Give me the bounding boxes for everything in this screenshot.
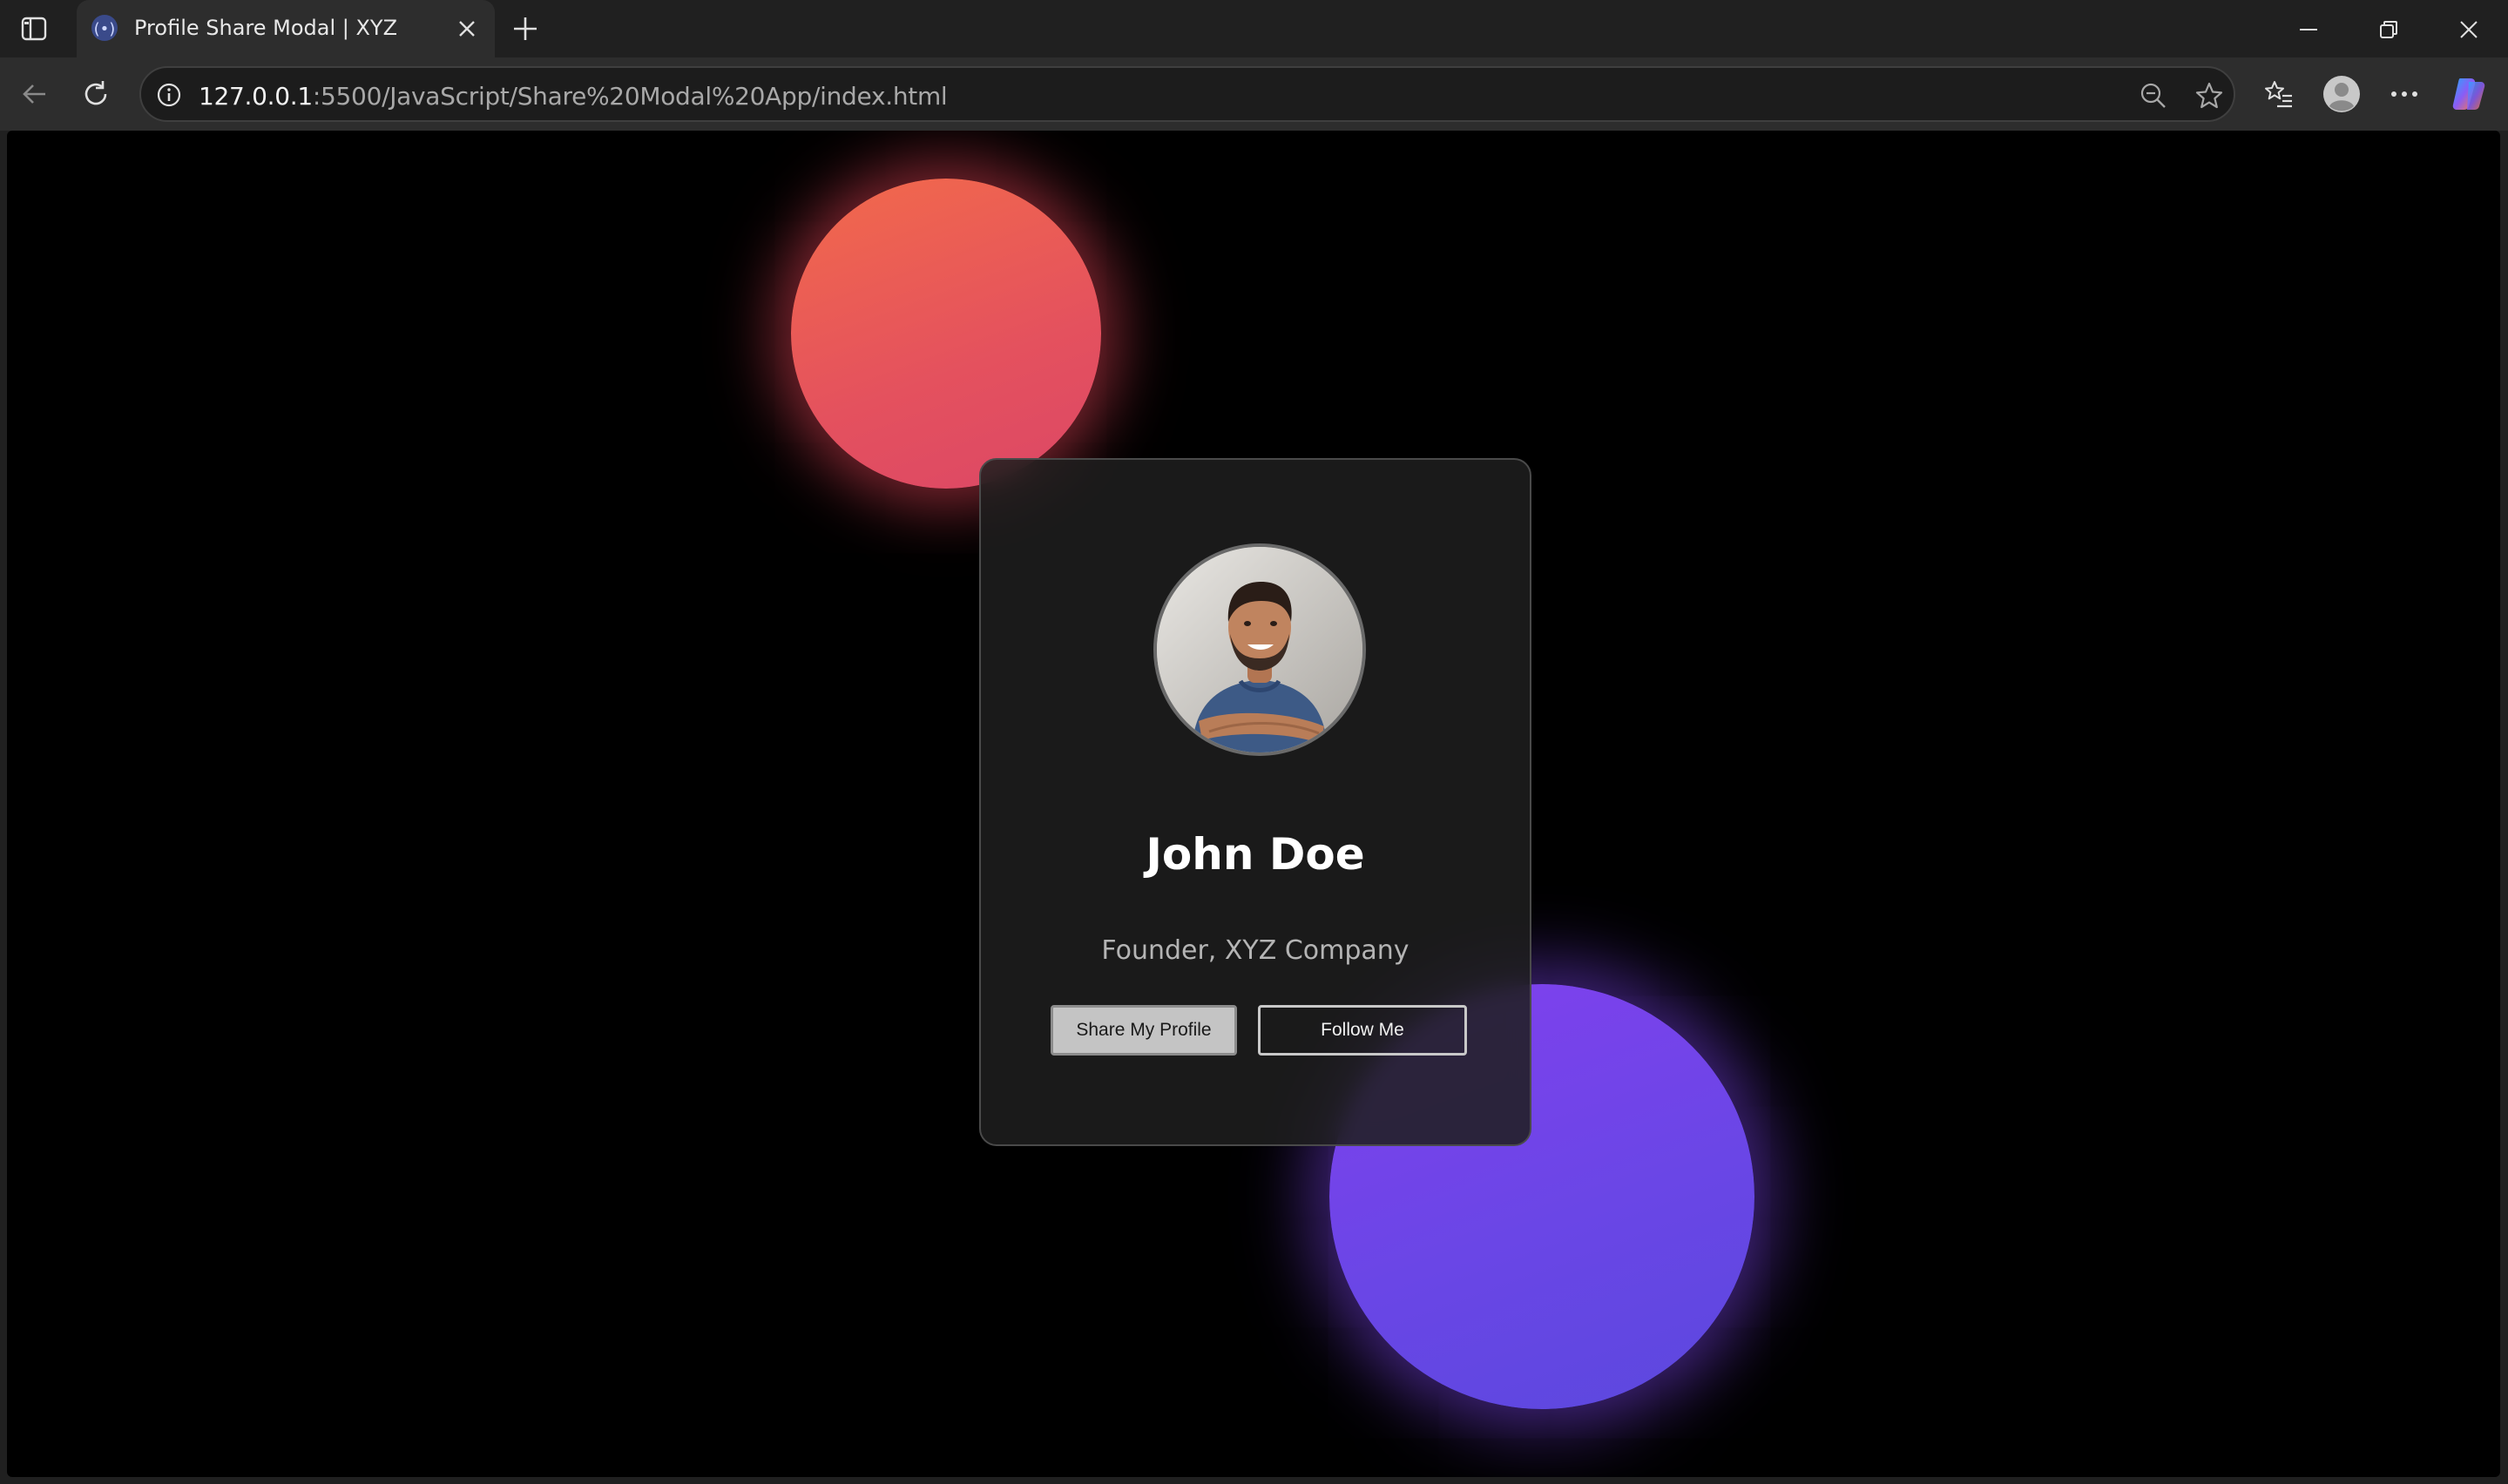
follow-button[interactable]: Follow Me [1258,1005,1467,1056]
browser-toolbar: 127.0.0.1:5500/JavaScript/Share%20Modal%… [0,57,2508,131]
new-tab-button[interactable] [509,12,542,45]
sidebar-toggle-icon[interactable] [19,14,49,44]
share-profile-button[interactable]: Share My Profile [1051,1005,1237,1056]
profile-photo [1157,547,1362,752]
profile-role: Founder, XYZ Company [1101,935,1409,966]
profile-card: John Doe Founder, XYZ Company Share My P… [979,458,1531,1146]
restore-window-button[interactable] [2369,10,2408,49]
page-viewport: John Doe Founder, XYZ Company Share My P… [7,131,2500,1477]
more-options-icon[interactable] [2383,73,2425,115]
profile-name: John Doe [1146,829,1365,880]
favicon-icon: (•) [89,12,120,44]
refresh-icon[interactable] [77,75,115,113]
close-window-button[interactable] [2450,10,2488,49]
address-bar[interactable]: 127.0.0.1:5500/JavaScript/Share%20Modal%… [139,66,2235,122]
favorites-list-icon[interactable] [2258,73,2300,115]
favorite-star-icon[interactable] [2192,78,2227,113]
copilot-icon[interactable] [2448,73,2490,115]
profile-avatar [1153,543,1366,756]
browser-title-bar: (•) Profile Share Modal | XYZ [0,0,2508,57]
back-arrow-icon[interactable] [16,75,54,113]
browser-tab-active[interactable]: (•) Profile Share Modal | XYZ [77,0,495,57]
tab-title: Profile Share Modal | XYZ [134,16,398,40]
svg-text:(•): (•) [94,20,116,38]
url-text[interactable]: 127.0.0.1:5500/JavaScript/Share%20Modal%… [199,82,948,111]
red-decorative-orb [791,179,1101,489]
minimize-window-button[interactable] [2289,10,2328,49]
close-tab-icon[interactable] [453,15,481,43]
profile-avatar-icon[interactable] [2321,73,2363,115]
site-info-icon[interactable] [153,79,185,111]
zoom-out-icon[interactable] [2136,78,2171,113]
